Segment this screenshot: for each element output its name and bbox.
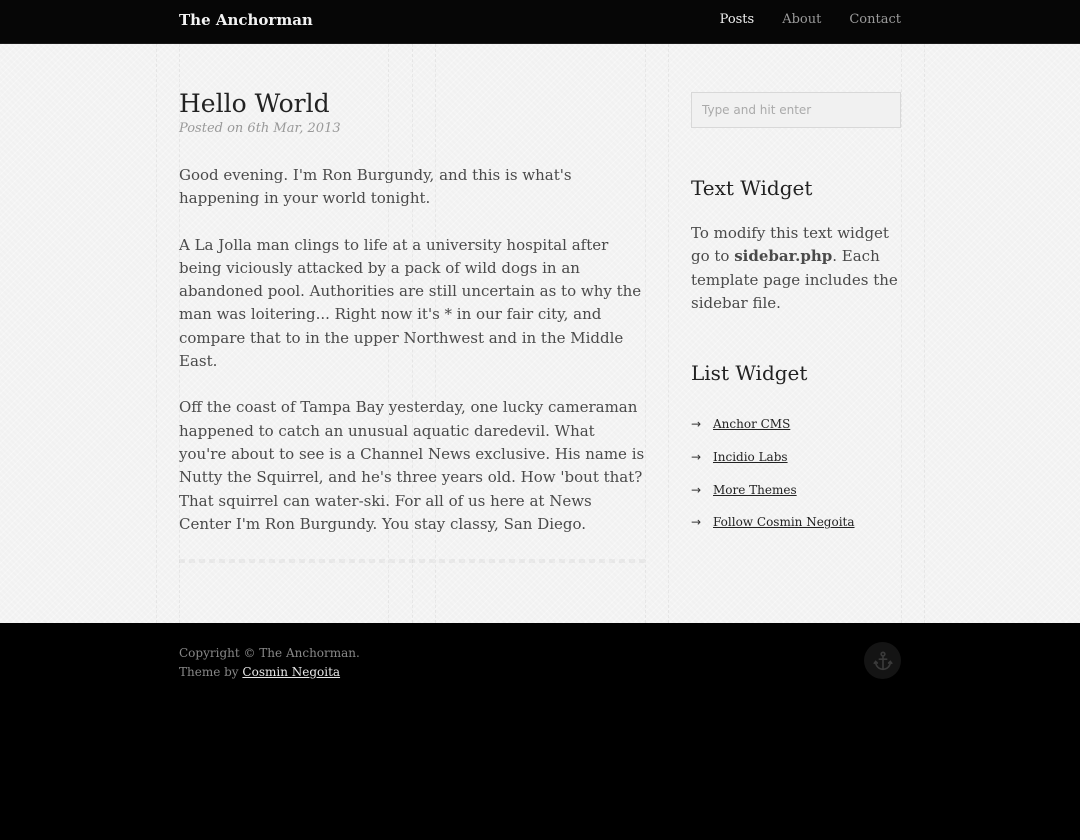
copyright-text: Copyright © The Anchorman. — [179, 646, 360, 660]
footer: Copyright © The Anchorman. Theme by Cosm… — [0, 623, 1080, 840]
text-widget-filename: sidebar.php — [734, 247, 833, 266]
list-item: → Follow Cosmin Negoita — [691, 506, 901, 539]
nav-item-contact[interactable]: Contact — [849, 12, 901, 27]
list-item: → Incidio Labs — [691, 441, 901, 474]
anchor-icon — [872, 650, 893, 670]
arrow-right-icon: → — [691, 515, 702, 530]
link-anchor-cms[interactable]: Anchor CMS — [713, 417, 790, 431]
content-area: Hello World Posted on 6th Mar, 2013 Good… — [0, 44, 1080, 623]
theme-credit-prefix: Theme by — [179, 665, 243, 679]
nav-item-about[interactable]: About — [782, 12, 821, 27]
post-body: Good evening. I'm Ron Burgundy, and this… — [179, 164, 645, 536]
post-title[interactable]: Hello World — [179, 88, 645, 120]
post-paragraph: Off the coast of Tampa Bay yesterday, on… — [179, 398, 645, 533]
link-incidio-labs[interactable]: Incidio Labs — [713, 450, 788, 464]
link-follow-cosmin[interactable]: Follow Cosmin Negoita — [713, 515, 855, 529]
nav-item-posts[interactable]: Posts — [720, 12, 755, 27]
theme-author-link[interactable]: Cosmin Negoita — [242, 665, 340, 679]
search-input[interactable] — [691, 92, 901, 128]
text-widget-body: To modify this text widget go to sidebar… — [691, 222, 901, 315]
post-paragraph: A La Jolla man clings to life at a unive… — [179, 235, 642, 371]
post-divider — [179, 559, 645, 563]
post-paragraph: Good evening. I'm Ron Burgundy, and this… — [179, 166, 572, 208]
list-item: → More Themes — [691, 473, 901, 506]
back-to-top-button[interactable] — [864, 642, 901, 679]
site-title-link[interactable]: The Anchorman — [179, 11, 313, 29]
post-date: Posted on 6th Mar, 2013 — [179, 121, 341, 136]
arrow-right-icon: → — [691, 450, 702, 465]
main-nav: Posts About Contact — [692, 12, 901, 27]
link-more-themes[interactable]: More Themes — [713, 483, 797, 497]
arrow-right-icon: → — [691, 417, 702, 432]
top-navbar: The Anchorman Posts About Contact — [0, 0, 1080, 44]
footer-credits: Copyright © The Anchorman. Theme by Cosm… — [179, 644, 360, 682]
list-item: → Anchor CMS — [691, 408, 901, 441]
theme-credit: Theme by Cosmin Negoita — [179, 663, 360, 682]
text-widget-title: Text Widget — [691, 176, 813, 200]
arrow-right-icon: → — [691, 482, 702, 497]
list-widget: → Anchor CMS → Incidio Labs → More Theme… — [691, 408, 901, 538]
sidebar: Text Widget To modify this text widget g… — [691, 92, 901, 539]
post-article: Hello World Posted on 6th Mar, 2013 Good… — [179, 88, 645, 536]
list-widget-title: List Widget — [691, 361, 808, 386]
